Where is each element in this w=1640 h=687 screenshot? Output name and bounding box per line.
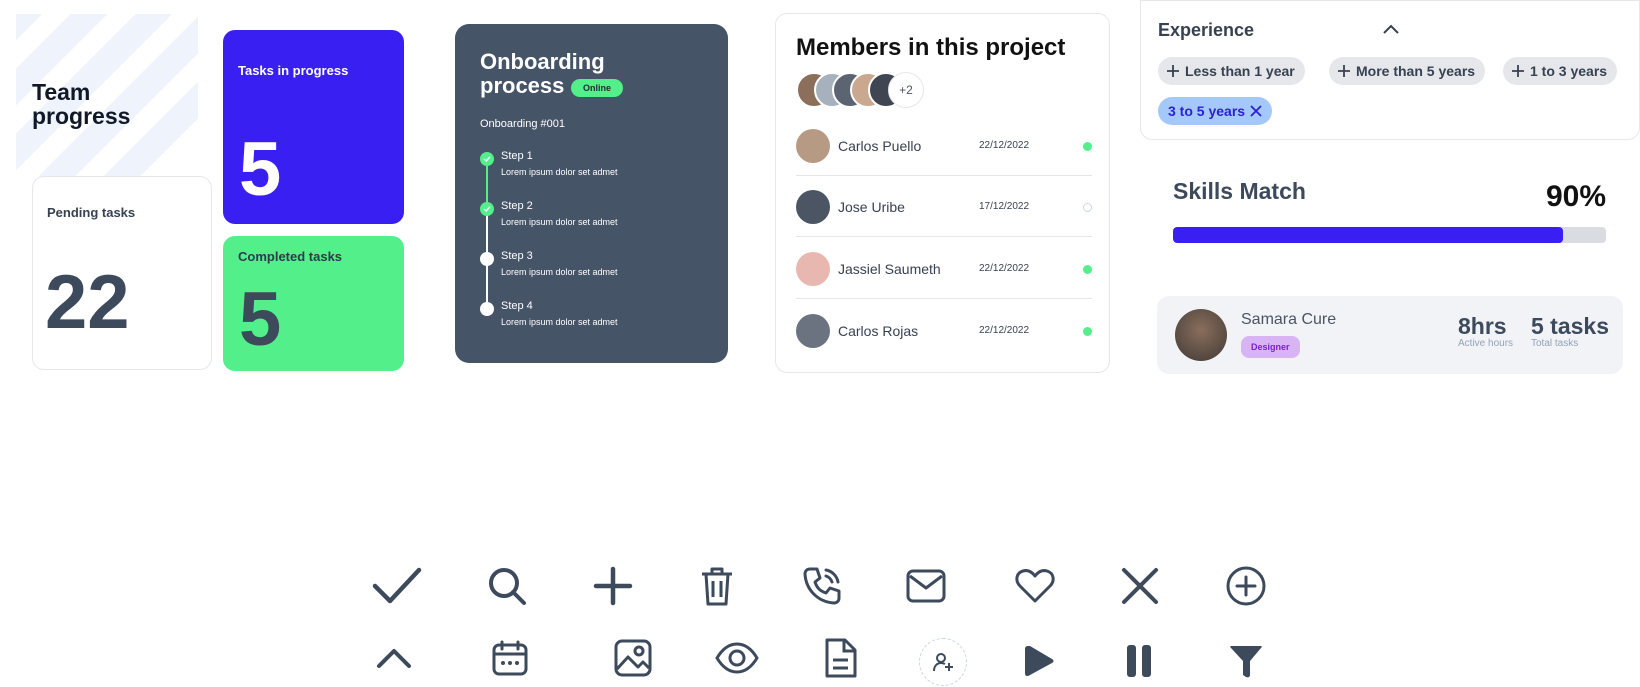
profile-card[interactable]: Samara Cure Designer 8hrs Active hours 5…	[1157, 296, 1623, 374]
search-icon[interactable]	[481, 560, 533, 612]
active-hours-value: 8hrs	[1458, 313, 1507, 339]
member-date: 22/12/2022	[979, 263, 1030, 274]
online-status-dot	[1083, 327, 1092, 336]
onboarding-subtitle: Onboarding #001	[480, 118, 566, 130]
completed-tasks-value: 5	[239, 277, 282, 362]
onboarding-card: Onboarding process Online Onboarding #00…	[455, 24, 728, 363]
member-row[interactable]: Carlos Rojas 22/12/2022	[796, 301, 1092, 361]
tasks-in-progress-label: Tasks in progress	[238, 63, 349, 78]
avatar	[796, 314, 830, 348]
step-pending-dot	[480, 252, 494, 266]
add-user-icon[interactable]	[919, 638, 967, 686]
experience-selected-chip[interactable]: 3 to 5 years	[1158, 97, 1273, 125]
step-description: Lorem ipsum dolor set admet	[501, 217, 618, 227]
close-icon[interactable]	[1250, 105, 1262, 117]
chevron-up-icon[interactable]	[368, 632, 420, 684]
experience-option-chip[interactable]: Less than 1 year	[1158, 57, 1305, 85]
experience-option-chip[interactable]: 1 to 3 years	[1503, 57, 1618, 85]
active-hours-metric: 8hrs Active hours	[1458, 314, 1513, 349]
plus-icon	[1511, 64, 1525, 78]
avatar-stack[interactable]: +2	[796, 72, 946, 108]
skills-match-title: Skills Match	[1173, 178, 1306, 204]
step-name: Step 1	[501, 150, 533, 162]
trash-icon[interactable]	[691, 560, 743, 612]
member-date: 17/12/2022	[979, 201, 1030, 212]
member-name: Jassiel Saumeth	[838, 261, 941, 277]
step-check-icon	[480, 202, 494, 216]
step-check-icon	[480, 152, 494, 166]
play-icon[interactable]	[1013, 635, 1065, 687]
step-name: Step 4	[501, 300, 533, 312]
plus-icon	[1337, 64, 1351, 78]
avatar	[796, 129, 830, 163]
members-card: Members in this project +2 Carlos Puello…	[775, 13, 1110, 373]
plus-icon	[1166, 64, 1180, 78]
chip-label: 3 to 5 years	[1168, 103, 1246, 119]
more-members-count[interactable]: +2	[888, 72, 924, 108]
members-title: Members in this project	[796, 34, 1066, 61]
eye-icon[interactable]	[711, 632, 763, 684]
member-row[interactable]: Carlos Puello 22/12/2022	[796, 116, 1092, 176]
team-progress-title: Team progress	[32, 79, 131, 129]
total-tasks-metric: 5 tasks Total tasks	[1531, 314, 1609, 349]
step-description: Lorem ipsum dolor set admet	[501, 267, 618, 277]
member-name: Carlos Rojas	[838, 323, 919, 339]
experience-title: Experience	[1158, 20, 1255, 40]
pending-tasks-value: 22	[45, 260, 130, 345]
close-icon[interactable]	[1114, 560, 1166, 612]
document-icon[interactable]	[814, 632, 866, 684]
plus-circle-icon[interactable]	[1220, 560, 1272, 612]
filter-icon[interactable]	[1220, 635, 1272, 687]
online-status-dot	[1083, 142, 1092, 151]
chip-label: 1 to 3 years	[1530, 63, 1608, 79]
avatar	[1175, 309, 1227, 361]
status-badge: Online	[571, 79, 624, 97]
skills-progress-fill	[1173, 227, 1563, 243]
plus-icon[interactable]	[587, 560, 639, 612]
step-name: Step 2	[501, 200, 533, 212]
heart-icon[interactable]	[1009, 560, 1061, 612]
calendar-icon[interactable]	[484, 632, 536, 684]
total-tasks-value: 5 tasks	[1531, 313, 1610, 339]
member-row[interactable]: Jose Uribe 17/12/2022	[796, 177, 1092, 237]
experience-filter: Experience Less than 1 year More than 5 …	[1140, 0, 1640, 140]
avatar	[796, 190, 830, 224]
chip-label: Less than 1 year	[1185, 63, 1295, 79]
mail-icon[interactable]	[900, 560, 952, 612]
profile-name: Samara Cure	[1241, 311, 1337, 328]
chevron-up-icon[interactable]	[1382, 22, 1400, 36]
member-date: 22/12/2022	[979, 325, 1030, 336]
skills-progress-bar	[1173, 227, 1606, 243]
member-row[interactable]: Jassiel Saumeth 22/12/2022	[796, 239, 1092, 299]
pending-tasks-label: Pending tasks	[47, 205, 136, 220]
step-name: Step 3	[501, 250, 533, 262]
avatar	[796, 252, 830, 286]
pending-tasks-card[interactable]: Pending tasks 22	[32, 176, 212, 370]
timeline-line	[486, 156, 488, 306]
chip-label: More than 5 years	[1356, 63, 1476, 79]
online-status-dot	[1083, 265, 1092, 274]
member-date: 22/12/2022	[979, 140, 1030, 151]
check-icon[interactable]	[371, 560, 423, 612]
step-pending-dot	[480, 302, 494, 316]
total-tasks-label: Total tasks	[1531, 338, 1579, 349]
active-hours-label: Active hours	[1458, 338, 1514, 349]
image-icon[interactable]	[607, 632, 659, 684]
member-name: Jose Uribe	[838, 199, 905, 215]
completed-tasks-label: Completed tasks	[238, 249, 343, 264]
tasks-in-progress-value: 5	[239, 127, 282, 212]
pause-icon[interactable]	[1113, 635, 1165, 687]
experience-option-chip[interactable]: More than 5 years	[1329, 57, 1486, 85]
role-badge: Designer	[1241, 336, 1300, 358]
completed-tasks-card[interactable]: Completed tasks 5	[223, 236, 404, 371]
tasks-in-progress-card[interactable]: Tasks in progress 5	[223, 30, 404, 224]
member-name: Carlos Puello	[838, 138, 922, 154]
skills-match-value: 90%	[1545, 180, 1606, 213]
offline-status-dot	[1083, 203, 1092, 212]
step-description: Lorem ipsum dolor set admet	[501, 167, 618, 177]
step-description: Lorem ipsum dolor set admet	[501, 317, 618, 327]
phone-icon[interactable]	[796, 560, 848, 612]
